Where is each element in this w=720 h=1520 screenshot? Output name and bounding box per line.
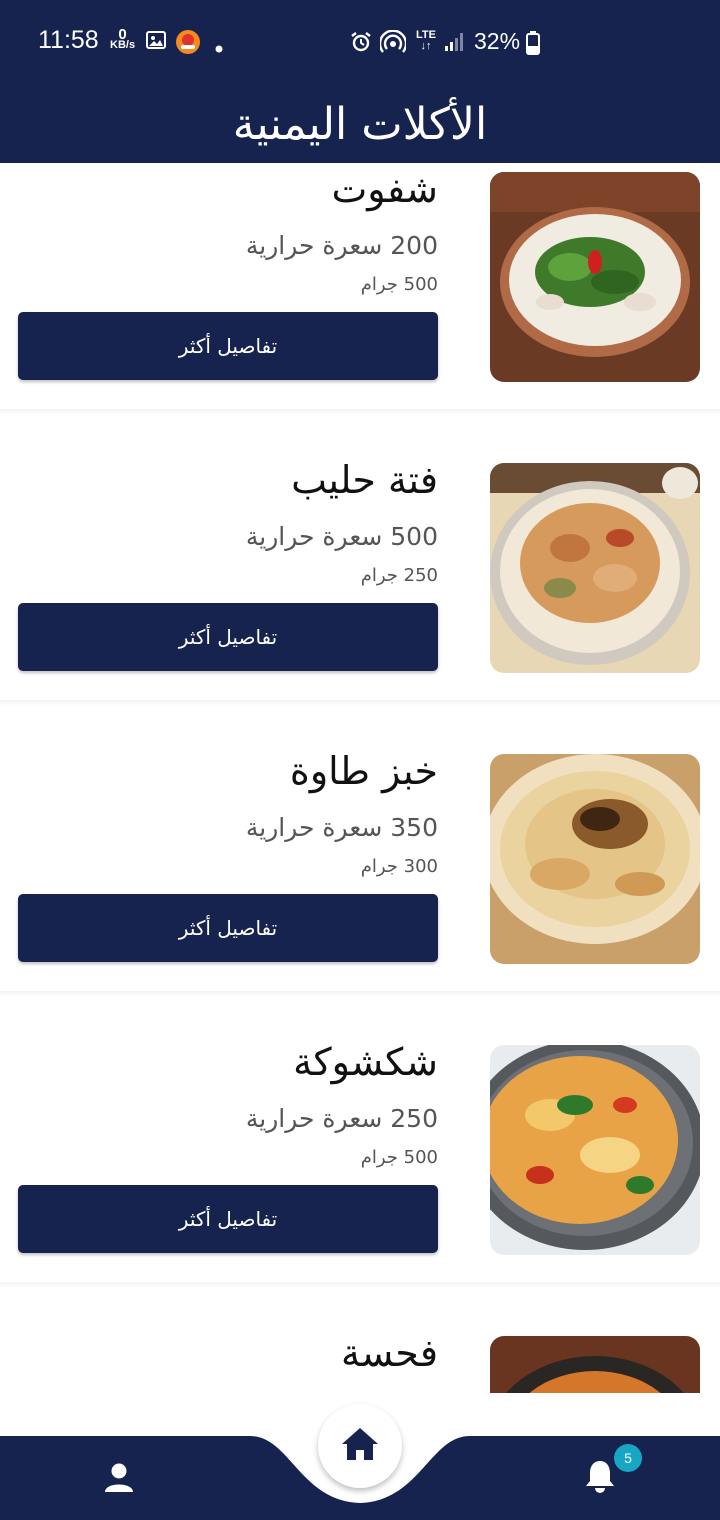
- food-name: فحسة: [341, 1331, 438, 1375]
- food-image[interactable]: [490, 463, 700, 673]
- card-divider: [0, 991, 720, 997]
- food-weight: 250 جرام: [360, 565, 438, 586]
- network-type-label: LTE: [416, 29, 436, 41]
- page-title: الأكلات اليمنية: [232, 99, 488, 150]
- gallery-icon: [146, 30, 166, 54]
- food-image[interactable]: [490, 172, 700, 382]
- card-divider: [0, 409, 720, 415]
- food-image[interactable]: [490, 1336, 700, 1393]
- details-button[interactable]: تفاصيل أكثر: [18, 1185, 438, 1253]
- food-name: فتة حليب: [291, 458, 438, 502]
- food-name: خبز طاوة: [289, 749, 438, 793]
- card-divider: [0, 1282, 720, 1288]
- food-weight: 500 جرام: [360, 1147, 438, 1168]
- food-calories: 200 سعرة حرارية: [245, 231, 438, 260]
- food-calories: 500 سعرة حرارية: [245, 522, 438, 551]
- network-speed: 0 KB/s: [110, 27, 136, 51]
- food-card[interactable]: خبز طاوة 350 سعرة حرارية 300 جرام تفاصيل…: [0, 727, 720, 973]
- details-button[interactable]: تفاصيل أكثر: [18, 603, 438, 671]
- food-image[interactable]: [490, 1045, 700, 1255]
- app-notification-icon: [175, 29, 201, 59]
- battery-percent: 32%: [474, 28, 521, 54]
- status-bar: 11:58 0 KB/s LTE ↓↑ 32%: [0, 0, 720, 86]
- food-weight: 300 جرام: [360, 856, 438, 877]
- battery-icon: [526, 31, 540, 59]
- food-image[interactable]: [490, 754, 700, 964]
- signal-icon: [444, 32, 464, 56]
- food-card[interactable]: شكشوكة 250 سعرة حرارية 500 جرام تفاصيل أ…: [0, 1018, 720, 1264]
- food-calories: 350 سعرة حرارية: [245, 813, 438, 842]
- hotspot-icon: [378, 29, 408, 58]
- food-card[interactable]: فتة حليب 500 سعرة حرارية 250 جرام تفاصيل…: [0, 436, 720, 682]
- profile-icon[interactable]: [104, 1462, 134, 1498]
- network-type: LTE ↓↑: [416, 29, 436, 52]
- food-weight: 500 جرام: [360, 274, 438, 295]
- food-card[interactable]: شفوت 200 سعرة حرارية 500 جرام تفاصيل أكث…: [0, 163, 720, 409]
- card-divider: [0, 700, 720, 706]
- notification-bell-icon[interactable]: [584, 1459, 616, 1499]
- food-list[interactable]: شفوت 200 سعرة حرارية 500 جرام تفاصيل أكث…: [0, 163, 720, 1393]
- alarm-icon: [350, 31, 372, 57]
- food-name: شكشوكة: [293, 1040, 438, 1084]
- status-time: 11:58: [38, 26, 99, 54]
- food-calories: 250 سعرة حرارية: [245, 1104, 438, 1133]
- details-button[interactable]: تفاصيل أكثر: [18, 894, 438, 962]
- notification-count-badge: 5: [614, 1444, 642, 1472]
- home-button[interactable]: [318, 1404, 402, 1488]
- food-name: شفوت: [331, 167, 438, 211]
- details-button[interactable]: تفاصيل أكثر: [18, 312, 438, 380]
- app-bar: الأكلات اليمنية: [0, 86, 720, 163]
- more-notifications-dot-icon: [215, 38, 223, 57]
- food-card[interactable]: فحسة: [0, 1309, 720, 1393]
- network-speed-unit: KB/s: [110, 39, 136, 51]
- home-icon: [340, 1426, 380, 1466]
